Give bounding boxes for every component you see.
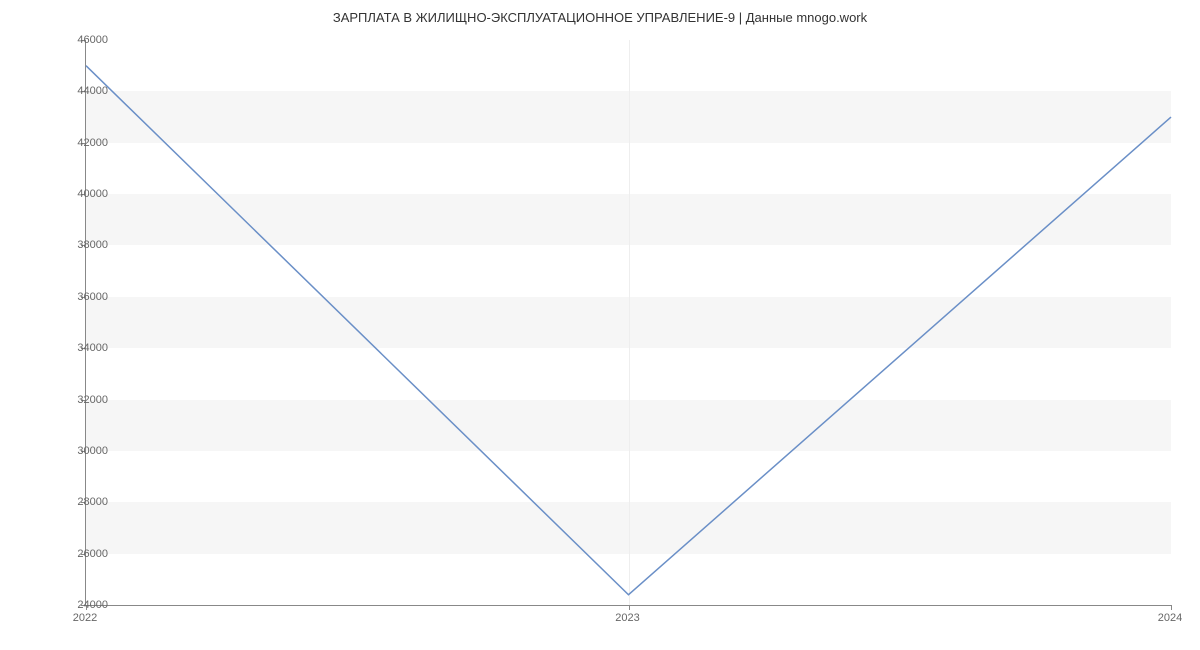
y-tick-label: 44000: [58, 85, 108, 97]
y-tick-label: 46000: [58, 34, 108, 46]
y-tick-label: 42000: [58, 137, 108, 149]
y-tick-label: 30000: [58, 445, 108, 457]
y-tick-label: 24000: [58, 599, 108, 611]
x-tick-label: 2022: [73, 612, 97, 624]
series-line: [86, 66, 1171, 595]
y-tick-label: 26000: [58, 548, 108, 560]
y-tick-label: 34000: [58, 342, 108, 354]
x-tick-mark: [1171, 605, 1172, 610]
line-series: [86, 40, 1171, 605]
x-tick-label: 2024: [1158, 612, 1182, 624]
x-tick-mark: [629, 605, 630, 610]
chart-title: ЗАРПЛАТА В ЖИЛИЩНО-ЭКСПЛУАТАЦИОННОЕ УПРА…: [0, 0, 1200, 35]
chart-area: [85, 40, 1170, 605]
x-tick-label: 2023: [615, 612, 639, 624]
y-tick-label: 40000: [58, 188, 108, 200]
y-tick-label: 36000: [58, 291, 108, 303]
plot-area: [85, 40, 1171, 606]
y-tick-label: 38000: [58, 239, 108, 251]
y-tick-label: 32000: [58, 394, 108, 406]
y-tick-label: 28000: [58, 496, 108, 508]
